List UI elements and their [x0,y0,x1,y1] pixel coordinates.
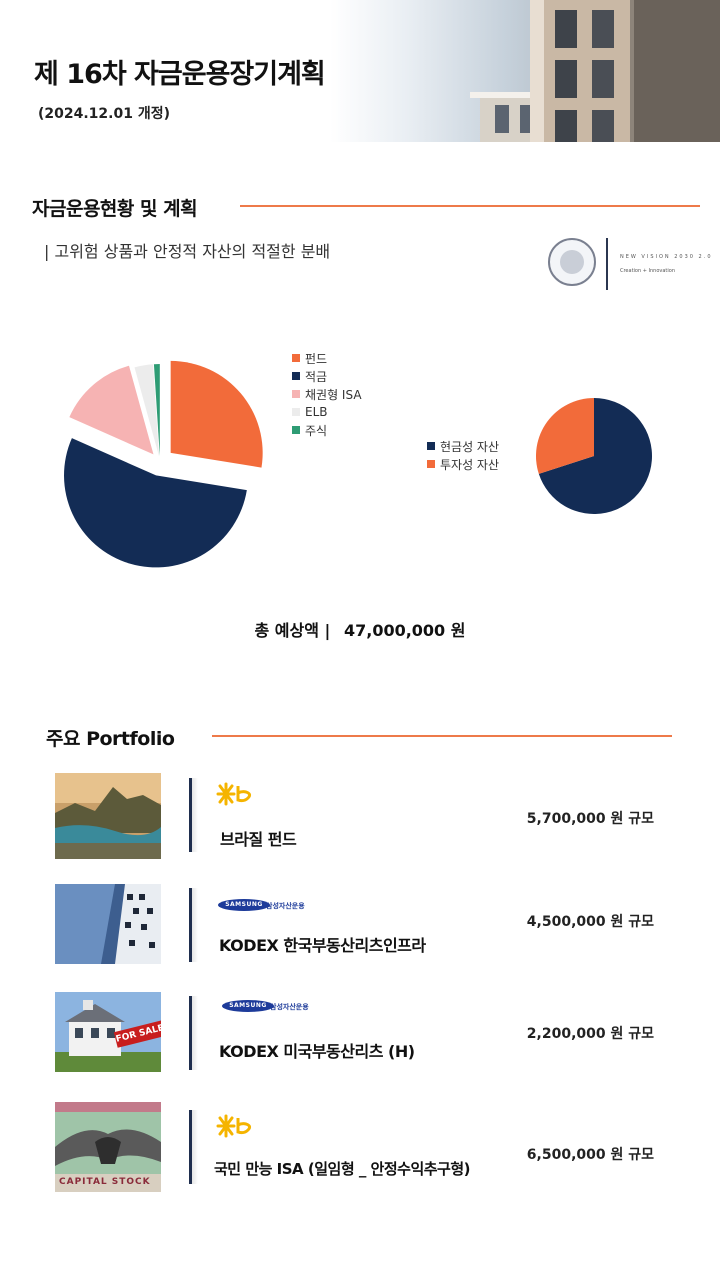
legend-label: ELB [305,405,328,419]
asset-allocation-pie-chart [64,360,263,568]
legend-swatch [292,390,300,398]
logo-divider [606,238,608,290]
legend-item: 채권형 ISA [292,385,362,403]
kb-logo-icon [216,1114,252,1138]
portfolio-item-amount: 6,500,000 원 규모 [526,1147,654,1163]
legend-item: 현금성 자산 [427,437,499,455]
portfolio-item-name: 국민 만능 ISA (일임형 _ 안정수익추구형) [214,1160,471,1178]
legend-label: 채권형 ISA [305,387,362,402]
kb-logo-icon [216,782,252,806]
legend-item: 투자성 자산 [427,455,499,473]
logo-text-vision: NEW VISION 2030 2.0 [620,254,713,260]
building-illustration [470,0,720,142]
asset-type-legend: 현금성 자산투자성 자산 [427,437,499,473]
legend-swatch [292,408,300,416]
portfolio-thumb-coastal-city [55,773,161,859]
page-title: 제 16차 자금운용장기계획 [34,59,326,90]
portfolio-item-name: 브라질 펀드 [220,830,297,849]
legend-label: 주식 [305,423,328,438]
portfolio-item-name: KODEX 한국부동산리츠인프라 [219,936,426,955]
section-divider [212,735,672,737]
legend-swatch [292,426,300,434]
item-divider-shadow [192,778,198,852]
total-value: 47,000,000 원 [343,621,466,640]
section-title-portfolio: 주요 Portfolio [46,728,175,750]
samsung-asset-mgmt-label: 삼성자산운용 [266,902,305,910]
item-divider-shadow [192,996,198,1070]
pie-slice-펀드 [170,360,263,468]
portfolio-item-name: KODEX 미국부동산리츠 (H) [219,1042,415,1061]
legend-label: 펀드 [305,351,328,366]
header-building-image [330,0,720,142]
asset-allocation-legend: 펀드적금채권형 ISA ELB 주식 [292,349,362,439]
item-divider-shadow [192,1110,198,1184]
legend-swatch [292,372,300,380]
portfolio-thumb-house-for-sale: FOR SALE [55,992,161,1078]
legend-swatch [427,442,435,450]
section-tagline: | 고위험 상품과 안정적 자산의 적절한 분배 [44,242,331,261]
legend-label: 적금 [305,369,328,384]
samsung-logo-icon: SAMSUNG [222,1000,274,1012]
samsung-logo-icon: SAMSUNG [218,899,270,911]
legend-item: ELB [292,403,362,421]
revision-date: (2024.12.01 개정) [38,106,170,122]
item-divider-shadow [192,888,198,962]
portfolio-thumb-skyscrapers [55,884,161,970]
portfolio-item-amount: 4,500,000 원 규모 [526,914,654,930]
total-amount: 총 예상액 | 47,000,000 원 [0,617,720,641]
total-label: 총 예상액 | [254,621,331,640]
legend-swatch [292,354,300,362]
portfolio-item-amount: 2,200,000 원 규모 [526,1026,654,1042]
logo-text-slogan: Creation + Innovation [620,268,675,274]
asset-type-pie-chart [536,398,652,514]
emblem-logo-icon [548,238,596,286]
legend-swatch [427,460,435,468]
section-divider [240,205,700,207]
samsung-asset-mgmt-label: 삼성자산운용 [270,1003,309,1011]
portfolio-item-amount: 5,700,000 원 규모 [526,811,654,827]
legend-item: 적금 [292,367,362,385]
legend-item: 주식 [292,421,362,439]
section-title-status: 자금운용현황 및 계획 [32,198,198,220]
legend-label: 투자성 자산 [440,457,500,472]
legend-item: 펀드 [292,349,362,367]
legend-label: 현금성 자산 [440,439,500,454]
certificate-text: CAPITAL STOCK [59,1177,151,1187]
portfolio-thumb-eagle-certificate: CAPITAL STOCK [55,1102,161,1192]
